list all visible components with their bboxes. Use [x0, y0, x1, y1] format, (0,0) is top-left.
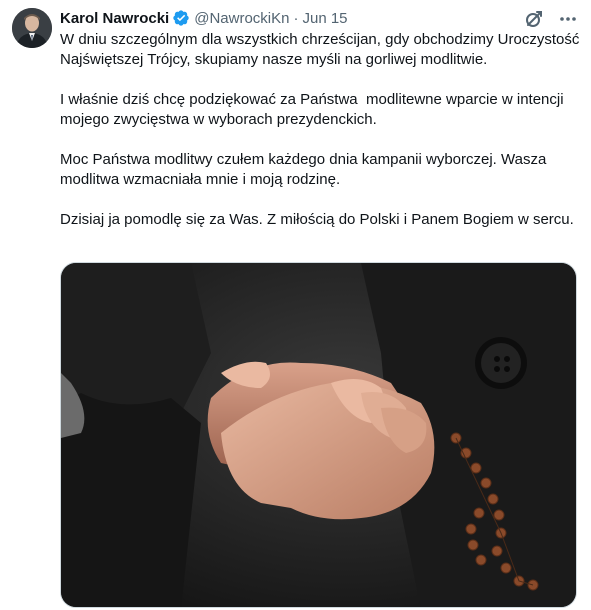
tweet-paragraph: Moc Państwa modlitwy czułem każdego dnia…	[60, 151, 551, 188]
tweet-paragraph: I właśnie dziś chcę podziękować za Państ…	[60, 91, 568, 128]
tweet-header: Karol Nawrocki @NawrockiKn · Jun 15	[60, 8, 348, 28]
author-handle[interactable]: @NawrockiKn	[194, 10, 289, 27]
verified-badge-icon[interactable]	[172, 9, 190, 27]
tweet: Karol Nawrocki @NawrockiKn · Jun 15 W dn…	[0, 0, 591, 610]
author-name[interactable]: Karol Nawrocki	[60, 10, 169, 27]
tweet-paragraph: Dzisiaj ja pomodlę się za Was. Z miłości…	[60, 211, 574, 228]
tweet-actions	[523, 8, 579, 30]
tweet-text: W dniu szczególnym dla wszystkich chrześ…	[60, 30, 584, 250]
avatar[interactable]	[12, 8, 52, 48]
tweet-date[interactable]: Jun 15	[302, 10, 347, 27]
tweet-photo[interactable]	[60, 262, 577, 608]
tweet-paragraph: W dniu szczególnym dla wszystkich chrześ…	[60, 31, 584, 68]
more-icon[interactable]	[557, 8, 579, 30]
separator-dot: ·	[293, 9, 299, 27]
grok-icon[interactable]	[523, 8, 545, 30]
